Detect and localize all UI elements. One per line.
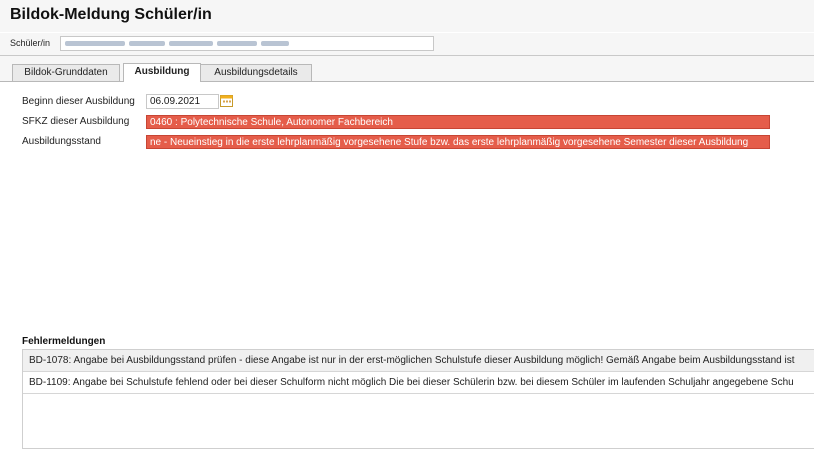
- tab-ausbildung[interactable]: Ausbildung: [123, 63, 201, 82]
- errors-heading: Fehlermeldungen: [22, 336, 106, 347]
- redacted-text: [261, 41, 289, 46]
- errors-list: BD-1078: Angabe bei Ausbildungsstand prü…: [22, 349, 814, 449]
- redacted-text: [169, 41, 213, 46]
- title-bar: Bildok-Meldung Schüler/in: [0, 0, 814, 32]
- student-label: Schüler/in: [10, 38, 51, 48]
- redacted-text: [65, 41, 125, 46]
- student-row: Schüler/in: [0, 33, 814, 56]
- error-row[interactable]: BD-1078: Angabe bei Ausbildungsstand prü…: [23, 350, 814, 372]
- tab-bildok-grunddaten[interactable]: Bildok-Grunddaten: [12, 64, 120, 81]
- redacted-text: [129, 41, 165, 46]
- error-row[interactable]: BD-1109: Angabe bei Schulstufe fehlend o…: [23, 372, 814, 394]
- student-field[interactable]: [60, 36, 434, 51]
- beginn-label: Beginn dieser Ausbildung: [22, 96, 135, 107]
- sfkz-label: SFKZ dieser Ausbildung: [22, 116, 130, 127]
- redacted-text: [217, 41, 257, 46]
- ausbildungsstand-label: Ausbildungsstand: [22, 136, 101, 147]
- beginn-date-input[interactable]: 06.09.2021: [146, 94, 219, 109]
- tab-ausbildungsdetails[interactable]: Ausbildungsdetails: [200, 64, 312, 81]
- calendar-icon[interactable]: [220, 94, 233, 107]
- ausbildungsstand-field[interactable]: ne - Neueinstieg in die erste lehrplanmä…: [146, 135, 770, 149]
- tab-bar: Bildok-Grunddaten Ausbildung Ausbildungs…: [0, 56, 814, 82]
- page-title: Bildok-Meldung Schüler/in: [10, 6, 212, 23]
- sfkz-field[interactable]: 0460 : Polytechnische Schule, Autonomer …: [146, 115, 770, 129]
